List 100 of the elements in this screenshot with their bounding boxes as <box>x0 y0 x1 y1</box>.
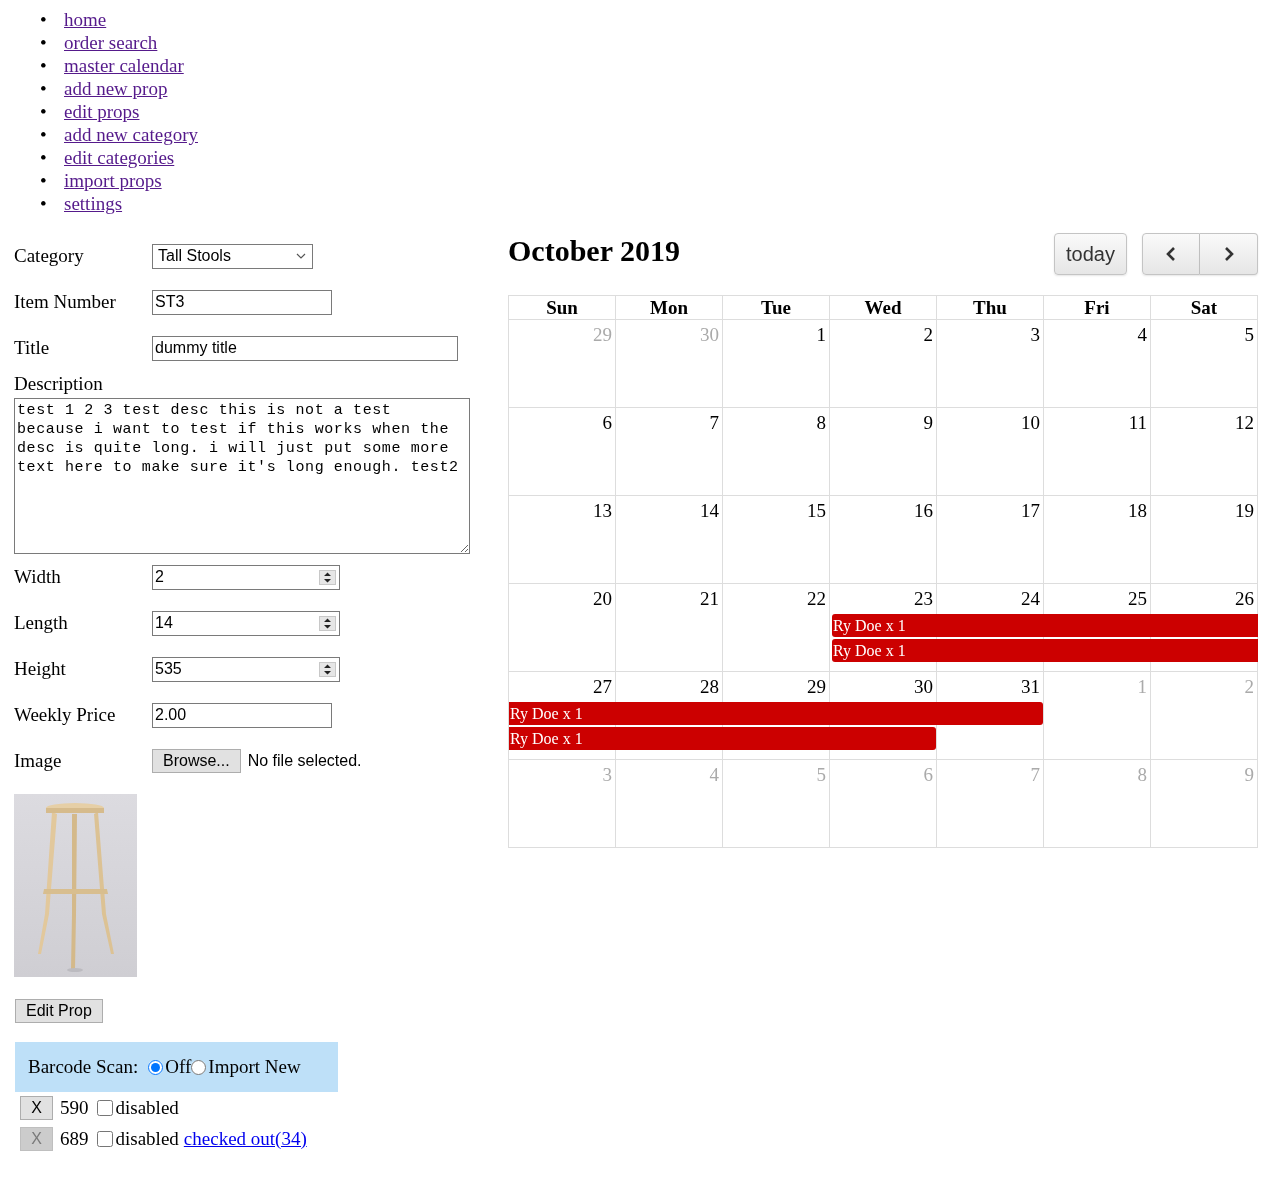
day-number: 25 <box>1128 587 1148 610</box>
radio-button[interactable] <box>191 1059 207 1075</box>
nav-link[interactable]: import props <box>64 169 162 192</box>
category-dropdown[interactable]: Tall Stools <box>152 243 313 269</box>
day-number: 15 <box>807 499 827 522</box>
day-number: 14 <box>700 499 720 522</box>
calendar-event[interactable]: Ry Doe x 1 <box>509 702 1043 725</box>
weekday-header: Wed <box>830 296 937 320</box>
event-title[interactable]: Ry Doe x 1 <box>833 614 906 637</box>
spinner-icon[interactable] <box>319 661 336 677</box>
calendar-title: October 2019 <box>508 233 680 269</box>
day-number: 29 <box>807 675 827 698</box>
day-number: 24 <box>1021 587 1041 610</box>
bullet: • <box>40 31 48 54</box>
calendar-event[interactable]: Ry Doe x 1 <box>509 727 936 750</box>
field-label: Height <box>14 658 67 680</box>
day-number: 31 <box>1021 675 1041 698</box>
bullet: • <box>40 146 48 169</box>
checkbox[interactable] <box>96 1130 113 1147</box>
checkbox-label[interactable]: disabled <box>115 1096 179 1119</box>
day-number: 4 <box>1137 323 1148 346</box>
chevron-right-icon <box>1222 246 1235 262</box>
file-status: No file selected. <box>247 752 362 770</box>
day-number: 6 <box>923 763 934 786</box>
bullet: • <box>40 8 48 31</box>
day-number: 2 <box>923 323 934 346</box>
barcode-label: Barcode Scan: <box>28 1056 139 1078</box>
weekday-header: Sun <box>509 296 616 320</box>
nav-link[interactable]: home <box>64 8 107 31</box>
description-textarea[interactable]: test 1 2 3 test desc this is not a test because i want to test if this works when the desc is quite long. i will just put some more text here to make sure it's long enough. test2 <box>14 398 470 554</box>
today-button[interactable]: today <box>1054 233 1127 275</box>
day-number: 27 <box>593 675 613 698</box>
day-number: 28 <box>700 675 720 698</box>
nav-link[interactable]: add new prop <box>64 77 168 100</box>
weekday-header: Thu <box>937 296 1044 320</box>
remove-button[interactable]: X <box>20 1095 53 1120</box>
event-title[interactable]: Ry Doe x 1 <box>510 727 583 750</box>
weekday-header: Tue <box>723 296 830 320</box>
calendar-event[interactable]: Ry Doe x 1 <box>832 614 1258 637</box>
day-number: 6 <box>602 411 613 434</box>
day-number: 3 <box>1030 323 1041 346</box>
day-number: 19 <box>1235 499 1255 522</box>
browse-button[interactable]: Browse... <box>152 749 241 773</box>
field-label: Image <box>14 750 63 772</box>
nav-link[interactable]: order search <box>64 31 158 54</box>
bullet: • <box>40 123 48 146</box>
nav-link[interactable]: master calendar <box>64 54 184 77</box>
nav-link[interactable]: edit categories <box>64 146 175 169</box>
edit-prop-button[interactable]: Edit Prop <box>15 999 103 1023</box>
spinner-icon[interactable] <box>319 569 336 585</box>
number-field[interactable]: 2 <box>152 564 340 590</box>
day-number: 26 <box>1235 587 1255 610</box>
field-label: Weekly Price <box>14 704 117 726</box>
day-number: 5 <box>1244 323 1255 346</box>
day-number: 1 <box>816 323 827 346</box>
day-number: 30 <box>700 323 720 346</box>
chevron-down-icon <box>296 253 306 259</box>
day-number: 9 <box>923 411 934 434</box>
field-label: Category <box>14 245 85 267</box>
day-number: 12 <box>1235 411 1255 434</box>
day-number: 20 <box>593 587 613 610</box>
nav-link[interactable]: add new category <box>64 123 198 146</box>
nav-link[interactable]: edit props <box>64 100 140 123</box>
checkbox[interactable] <box>96 1099 113 1116</box>
day-number: 13 <box>593 499 613 522</box>
weekday-header: Sat <box>1151 296 1258 320</box>
bullet: • <box>40 54 48 77</box>
day-number: 7 <box>1030 763 1041 786</box>
text-field[interactable]: 2.00 <box>152 702 332 728</box>
day-number: 30 <box>914 675 934 698</box>
day-number: 3 <box>602 763 613 786</box>
checkbox-label[interactable]: disabled <box>115 1127 179 1150</box>
field-label: Item Number <box>14 291 117 313</box>
day-number: 2 <box>1244 675 1255 698</box>
day-number: 16 <box>914 499 934 522</box>
option-label[interactable]: Off <box>165 1056 192 1078</box>
number-field[interactable]: 14 <box>152 610 340 636</box>
chevron-left-icon <box>1165 246 1177 262</box>
field-label: Width <box>14 566 62 588</box>
radio-button[interactable] <box>148 1059 164 1075</box>
weekday-header: Mon <box>616 296 723 320</box>
text-field[interactable]: ST3 <box>152 289 332 315</box>
event-title[interactable]: Ry Doe x 1 <box>510 702 583 725</box>
text-field[interactable]: dummy title <box>152 335 458 361</box>
item-number: 590 <box>60 1096 89 1119</box>
day-number: 23 <box>914 587 934 610</box>
number-field[interactable]: 535 <box>152 656 340 682</box>
calendar-event[interactable]: Ry Doe x 1 <box>832 639 1258 662</box>
day-number: 22 <box>807 587 827 610</box>
day-number: 10 <box>1021 411 1041 434</box>
day-number: 8 <box>816 411 827 434</box>
spinner-icon[interactable] <box>319 615 336 631</box>
day-number: 18 <box>1128 499 1148 522</box>
option-label[interactable]: Import New <box>208 1056 301 1078</box>
nav-link[interactable]: settings <box>64 192 123 215</box>
checked-out-link[interactable]: checked out(34) <box>183 1127 307 1150</box>
bullet: • <box>40 100 48 123</box>
field-label: Title <box>14 337 51 359</box>
event-title[interactable]: Ry Doe x 1 <box>833 639 906 662</box>
day-number: 5 <box>816 763 827 786</box>
